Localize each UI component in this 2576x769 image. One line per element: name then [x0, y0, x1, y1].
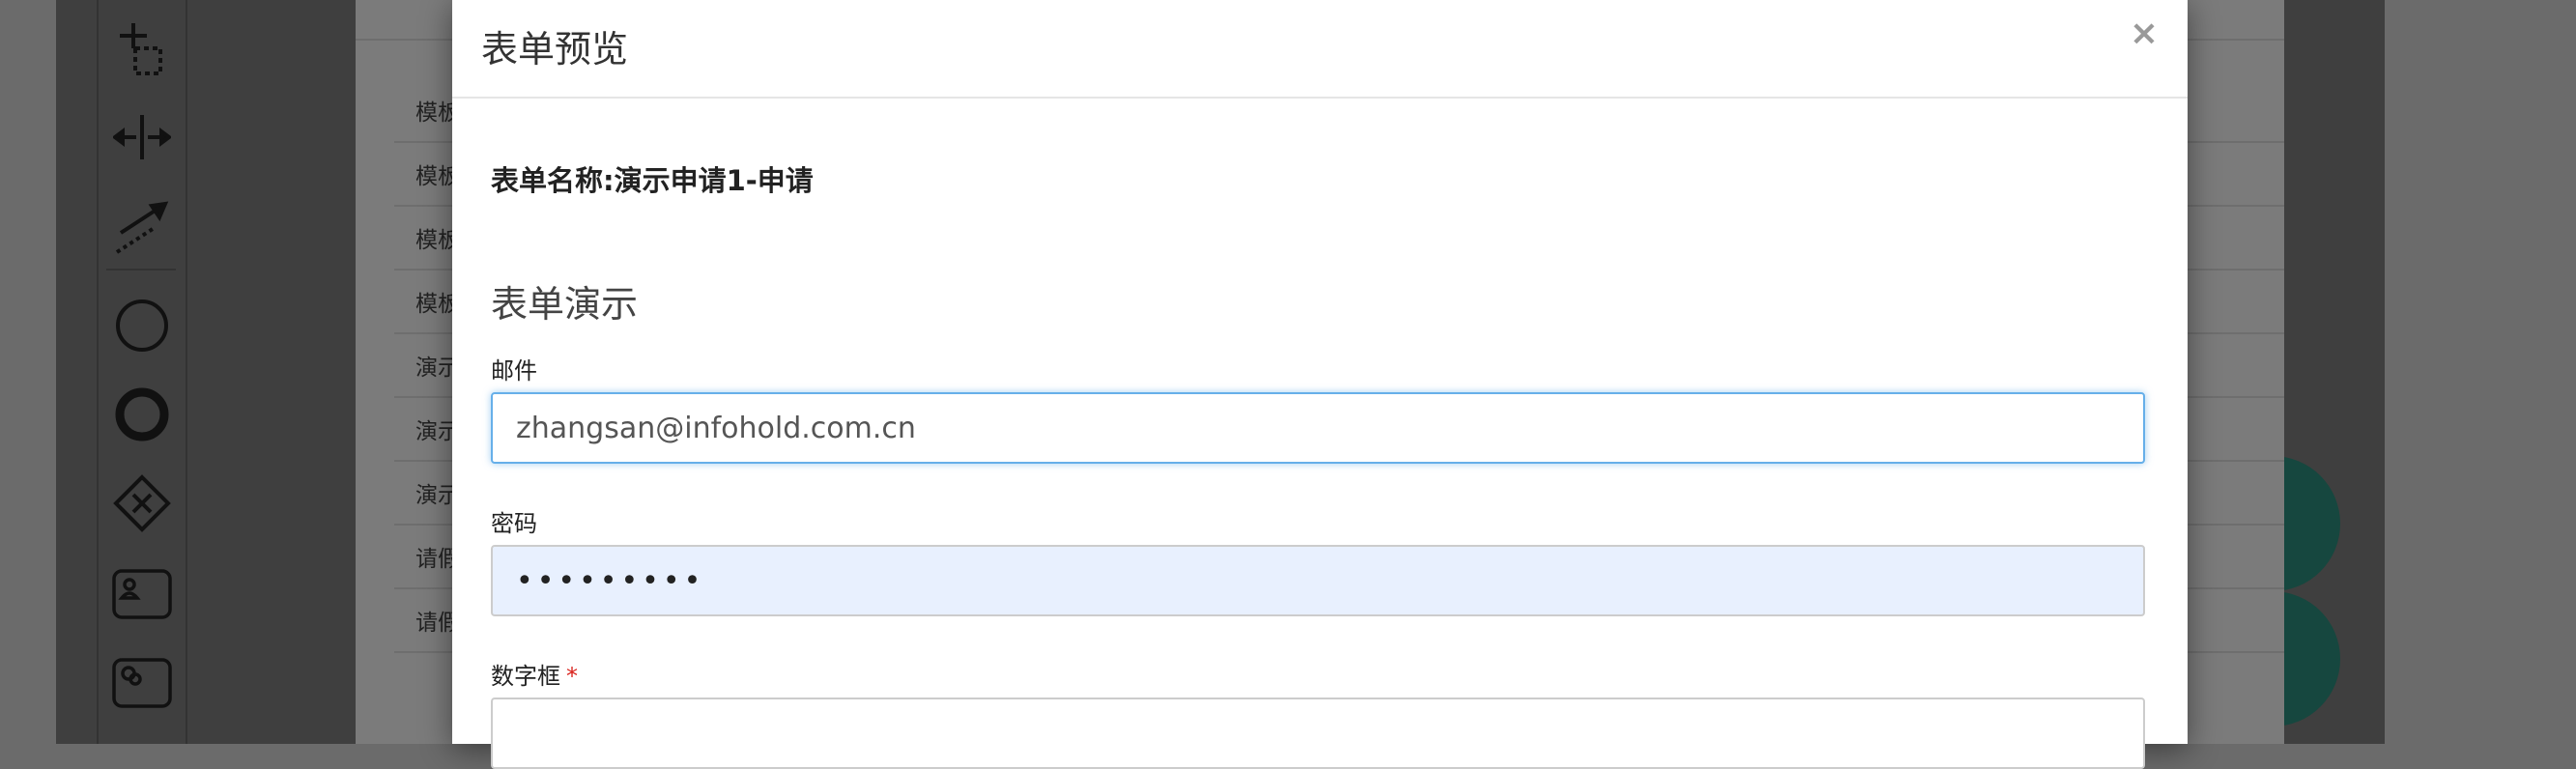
start-event-icon[interactable] — [99, 292, 186, 359]
palette-separator — [106, 269, 176, 271]
service-task-icon[interactable] — [99, 649, 186, 717]
form-name-label: 表单名称:演示申请1-申请 — [491, 164, 814, 197]
user-task-icon[interactable] — [99, 560, 186, 628]
space-tool-icon[interactable] — [99, 106, 186, 168]
list-item-label: 模板 — [415, 100, 460, 126]
end-event-icon[interactable] — [99, 381, 186, 448]
modal-title: 表单预览 — [481, 28, 629, 71]
modal-header: 表单预览 × — [452, 0, 2188, 99]
list-item-label: 模板 — [415, 228, 460, 253]
close-icon[interactable]: × — [2130, 14, 2159, 53]
list-item-label: 请假 — [415, 547, 460, 572]
email-field-label: 邮件 — [491, 357, 537, 384]
number-field-label-text: 数字框 — [491, 663, 560, 690]
password-field[interactable] — [491, 545, 2145, 616]
list-item-label: 演示 — [415, 483, 460, 508]
page-margin-left — [0, 0, 56, 744]
password-field-label: 密码 — [491, 510, 537, 537]
list-item-label: 演示 — [415, 419, 460, 444]
required-marker: * — [566, 663, 578, 690]
page-margin-right — [2385, 0, 2576, 744]
number-field-label: 数字框 * — [491, 657, 578, 691]
lasso-tool-icon[interactable] — [99, 17, 186, 79]
form-section-title: 表单演示 — [491, 283, 639, 326]
email-field[interactable] — [491, 392, 2145, 464]
tool-palette — [97, 0, 187, 744]
list-item-label: 模板 — [415, 292, 460, 317]
list-item-label: 演示 — [415, 356, 460, 381]
gateway-icon[interactable] — [99, 470, 186, 537]
list-item-label: 请假 — [415, 611, 460, 636]
list-item-label: 模板 — [415, 164, 460, 189]
connect-tool-icon[interactable] — [99, 193, 186, 261]
form-preview-modal: 表单预览 × 表单名称:演示申请1-申请 表单演示 邮件 密码 数字框* — [452, 0, 2188, 769]
number-field[interactable] — [491, 698, 2145, 769]
